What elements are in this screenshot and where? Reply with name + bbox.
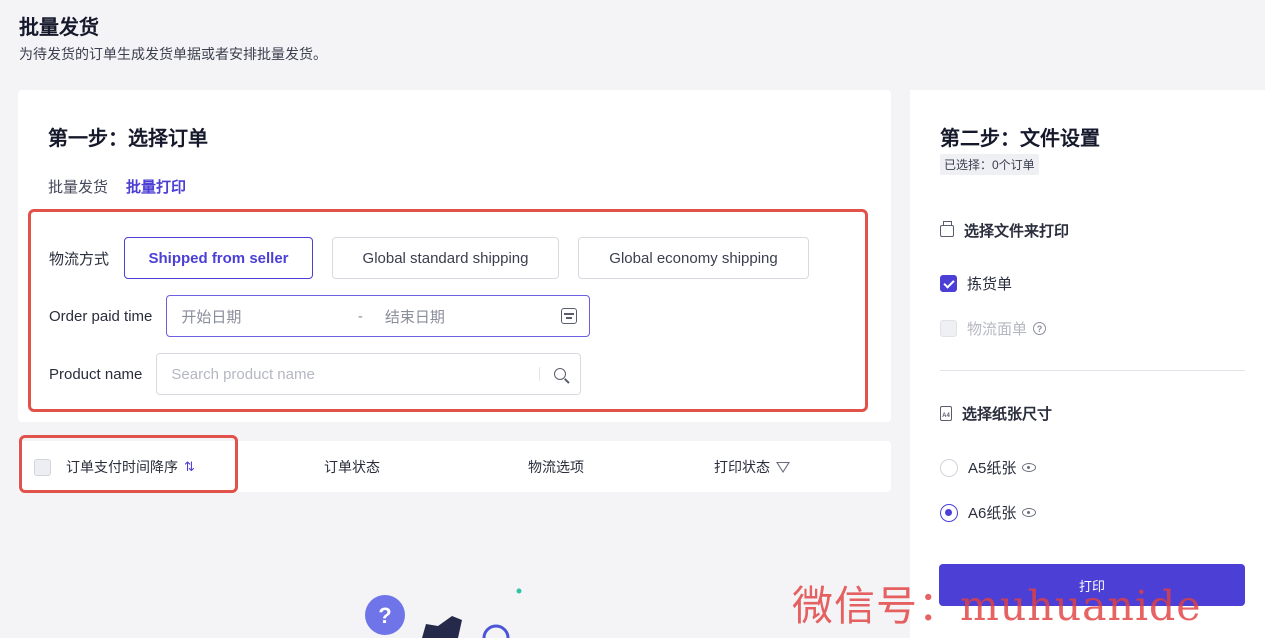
document-icon: A4 xyxy=(940,406,952,421)
date-range-picker[interactable]: 开始日期 - 结束日期 xyxy=(166,295,591,337)
shipping-label-label: 物流面单 xyxy=(967,321,1028,338)
step2-card: 第二步：文件设置 已选择：0个订单 选择文件来打印 拣货单 物流面单 ? A4 … xyxy=(910,90,1265,638)
tab-batch-ship[interactable]: 批量发货 xyxy=(48,176,108,197)
shipping-option-standard[interactable]: Global standard shipping xyxy=(332,237,560,279)
printer-icon xyxy=(940,220,954,237)
step2-title: 第二步：文件设置 xyxy=(940,128,1100,150)
preview-eye-icon[interactable] xyxy=(1022,463,1037,472)
illustration-shape xyxy=(422,616,462,638)
paid-time-row: Order paid time 开始日期 - 结束日期 xyxy=(49,295,591,337)
product-name-label: Product name xyxy=(49,365,143,383)
shipping-method-row: 物流方式 Shipped from seller Global standard… xyxy=(49,237,810,279)
shipping-label-checkbox xyxy=(940,320,957,337)
section-divider xyxy=(940,370,1245,371)
tab-bar: 批量发货 批量打印 xyxy=(48,176,186,197)
col-print-status[interactable]: 打印状态 xyxy=(714,457,790,477)
watermark-text: 微信号：muhuanide xyxy=(792,582,1202,630)
page-subtitle: 为待发货的订单生成发货单据或者安排批量发货。 xyxy=(19,46,327,62)
start-date-placeholder[interactable]: 开始日期 xyxy=(181,306,241,327)
svg-text:?: ? xyxy=(378,603,391,628)
shipping-option-economy[interactable]: Global economy shipping xyxy=(578,237,810,279)
a5-radio[interactable] xyxy=(940,458,958,477)
preview-eye-icon[interactable] xyxy=(1022,508,1037,517)
a5-label[interactable]: A5纸张 xyxy=(968,457,1016,478)
page-title: 批量发货 xyxy=(19,17,99,39)
paper-option-a5[interactable]: A5纸张 xyxy=(940,457,1037,478)
sort-highlight-box xyxy=(19,435,238,493)
search-divider xyxy=(539,367,541,381)
filter-icon[interactable] xyxy=(776,461,790,473)
page-header: 批量发货 为待发货的订单生成发货单据或者安排批量发货。 xyxy=(19,14,327,64)
date-range-separator: - xyxy=(357,307,363,325)
selected-count-badge: 已选择：0个订单 xyxy=(940,154,1039,175)
illustration-ring xyxy=(482,624,510,638)
col-status-label: 订单状态 xyxy=(324,459,380,475)
illustration-dot xyxy=(516,588,522,594)
tab-batch-print[interactable]: 批量打印 xyxy=(126,176,186,197)
col-logistics: 物流选项 xyxy=(528,457,584,477)
product-search-input[interactable] xyxy=(171,365,540,383)
file-section-label: 选择文件来打印 xyxy=(964,223,1070,240)
shipping-method-label: 物流方式 xyxy=(49,250,110,268)
file-section-header: 选择文件来打印 xyxy=(940,220,1069,241)
help-icon[interactable]: ? xyxy=(1033,322,1047,335)
product-name-row: Product name xyxy=(49,353,582,395)
paper-option-a6[interactable]: A6纸张 xyxy=(940,502,1037,523)
product-search-box xyxy=(156,353,582,395)
search-icon[interactable] xyxy=(554,368,567,380)
picklist-label[interactable]: 拣货单 xyxy=(967,273,1012,294)
step1-title: 第一步：选择订单 xyxy=(48,128,208,150)
col-print-status-label: 打印状态 xyxy=(714,459,770,475)
paid-time-label: Order paid time xyxy=(49,307,153,325)
col-logistics-label: 物流选项 xyxy=(528,459,584,475)
calendar-icon[interactable] xyxy=(561,308,578,324)
file-option-picklist[interactable]: 拣货单 xyxy=(940,273,1012,294)
filter-panel: 物流方式 Shipped from seller Global standard… xyxy=(28,209,868,412)
col-status: 订单状态 xyxy=(324,457,380,477)
paper-section-label: 选择纸张尺寸 xyxy=(962,406,1053,423)
a6-label[interactable]: A6纸张 xyxy=(968,502,1016,523)
empty-state-illustration: ? xyxy=(365,588,522,638)
picklist-checkbox[interactable] xyxy=(940,275,957,292)
shipping-option-seller[interactable]: Shipped from seller xyxy=(124,237,314,279)
end-date-placeholder[interactable]: 结束日期 xyxy=(385,306,445,327)
paper-section-header: A4 选择纸张尺寸 xyxy=(940,403,1052,424)
a6-radio[interactable] xyxy=(940,503,958,522)
file-option-shipping-label: 物流面单 ? xyxy=(940,318,1047,339)
